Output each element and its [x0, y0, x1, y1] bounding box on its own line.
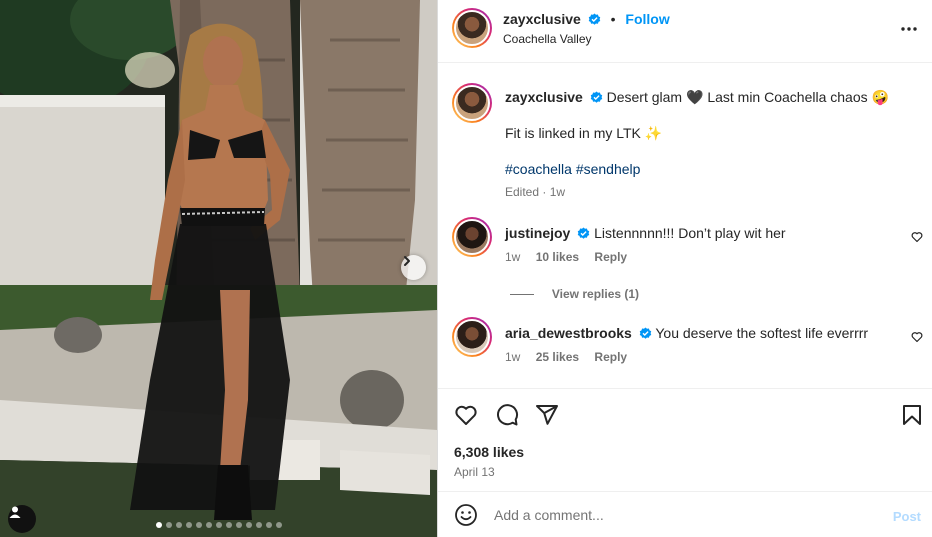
replies-divider [510, 293, 534, 295]
author-username[interactable]: zayxclusive [503, 11, 581, 27]
follow-button[interactable]: Follow [625, 11, 669, 27]
post-photo [0, 0, 437, 537]
caption-author-avatar[interactable] [452, 83, 492, 123]
comment-text: Listennnnn!!! Don’t play wit her [594, 225, 786, 241]
header-separator: • [610, 11, 616, 27]
carousel-dot [205, 522, 212, 528]
share-icon[interactable] [535, 403, 559, 427]
comment-reply-button[interactable]: Reply [594, 250, 627, 264]
comment-reply-button[interactable]: Reply [594, 350, 627, 364]
hashtag-coachella[interactable]: #coachella [505, 161, 572, 177]
caption-hashtags: #coachella #sendhelp [505, 160, 640, 178]
zany-face-emoji: 🤪 [871, 89, 889, 105]
verified-badge-icon [590, 91, 602, 103]
comment-composer: Post [438, 491, 932, 537]
carousel-dot [185, 522, 192, 528]
carousel-indicator [0, 522, 437, 528]
black-heart-emoji: 🖤 [685, 89, 704, 105]
post-date[interactable]: April 13 [454, 465, 495, 479]
tagged-users-button[interactable] [8, 505, 36, 533]
like-count[interactable]: 6,308 likes [454, 444, 524, 460]
hashtag-sendhelp[interactable]: #sendhelp [576, 161, 641, 177]
user-tag-icon [9, 506, 21, 518]
comment-username[interactable]: aria_dewestbrooks [505, 325, 632, 341]
carousel-dot [255, 522, 262, 528]
carousel-dot [215, 522, 222, 528]
caption-ltk-text: Fit is linked in my LTK [505, 125, 641, 141]
carousel-dot [265, 522, 272, 528]
heart-icon[interactable] [454, 403, 478, 427]
comment-row: aria_dewestbrooks You deserve the softes… [505, 324, 868, 342]
view-replies-toggle[interactable]: View replies (1) [510, 285, 639, 301]
comment-text: You deserve the softest life everrrr [655, 325, 869, 341]
carousel-dot [175, 522, 182, 528]
caption-text-2: Last min Coachella chaos [707, 89, 868, 105]
author-avatar[interactable] [452, 8, 492, 48]
verified-badge-icon [639, 327, 651, 339]
post-actions: 6,308 likes April 13 [438, 388, 932, 491]
comment-username[interactable]: justinejoy [505, 225, 570, 241]
comment-row: justinejoy Listennnnn!!! Don’t play wit … [505, 224, 786, 242]
comment-likes[interactable]: 25 likes [536, 350, 579, 364]
next-image-button[interactable] [401, 255, 426, 280]
caption-line-1: zayxclusive Desert glam 🖤 Last min Coach… [505, 88, 889, 106]
comment-meta: 1w 25 likes Reply [505, 350, 627, 364]
post-details-panel: zayxclusive • Follow Coachella Valley za… [437, 0, 932, 537]
bookmark-icon[interactable] [901, 403, 923, 427]
comment-avatar[interactable] [452, 217, 492, 257]
post-header: zayxclusive • Follow Coachella Valley [438, 0, 932, 63]
caption-text-1: Desert glam [606, 89, 683, 105]
comment-like-heart-icon[interactable] [911, 231, 923, 243]
comments-section: zayxclusive Desert glam 🖤 Last min Coach… [438, 63, 932, 388]
carousel-dot [275, 522, 282, 528]
chevron-right-icon [404, 256, 410, 266]
carousel-dot [225, 522, 232, 528]
sparkles-emoji: ✨ [644, 125, 663, 141]
comment-icon[interactable] [495, 403, 519, 427]
caption-meta: Edited · 1w [505, 185, 566, 199]
emoji-icon[interactable] [454, 503, 478, 527]
comment-likes[interactable]: 10 likes [536, 250, 579, 264]
more-options-icon[interactable] [900, 20, 918, 38]
view-replies-label[interactable]: View replies (1) [552, 287, 639, 301]
carousel-dot [235, 522, 242, 528]
verified-badge-icon [577, 227, 590, 239]
carousel-dot [155, 522, 162, 528]
comment-meta: 1w 10 likes Reply [505, 250, 627, 264]
comment-avatar[interactable] [452, 317, 492, 357]
carousel-dot [195, 522, 202, 528]
post-location[interactable]: Coachella Valley [503, 32, 592, 46]
caption-line-2: Fit is linked in my LTK ✨ [505, 124, 662, 142]
comment-time[interactable]: 1w [505, 250, 520, 264]
comment-time[interactable]: 1w [505, 350, 520, 364]
post-comment-button[interactable]: Post [893, 509, 921, 524]
carousel-dot [165, 522, 172, 528]
post-image[interactable] [0, 0, 437, 537]
carousel-dot [245, 522, 252, 528]
comment-like-heart-icon[interactable] [911, 331, 923, 343]
caption-username[interactable]: zayxclusive [505, 89, 583, 105]
verified-badge-icon [588, 13, 600, 25]
comment-input[interactable] [494, 507, 874, 523]
